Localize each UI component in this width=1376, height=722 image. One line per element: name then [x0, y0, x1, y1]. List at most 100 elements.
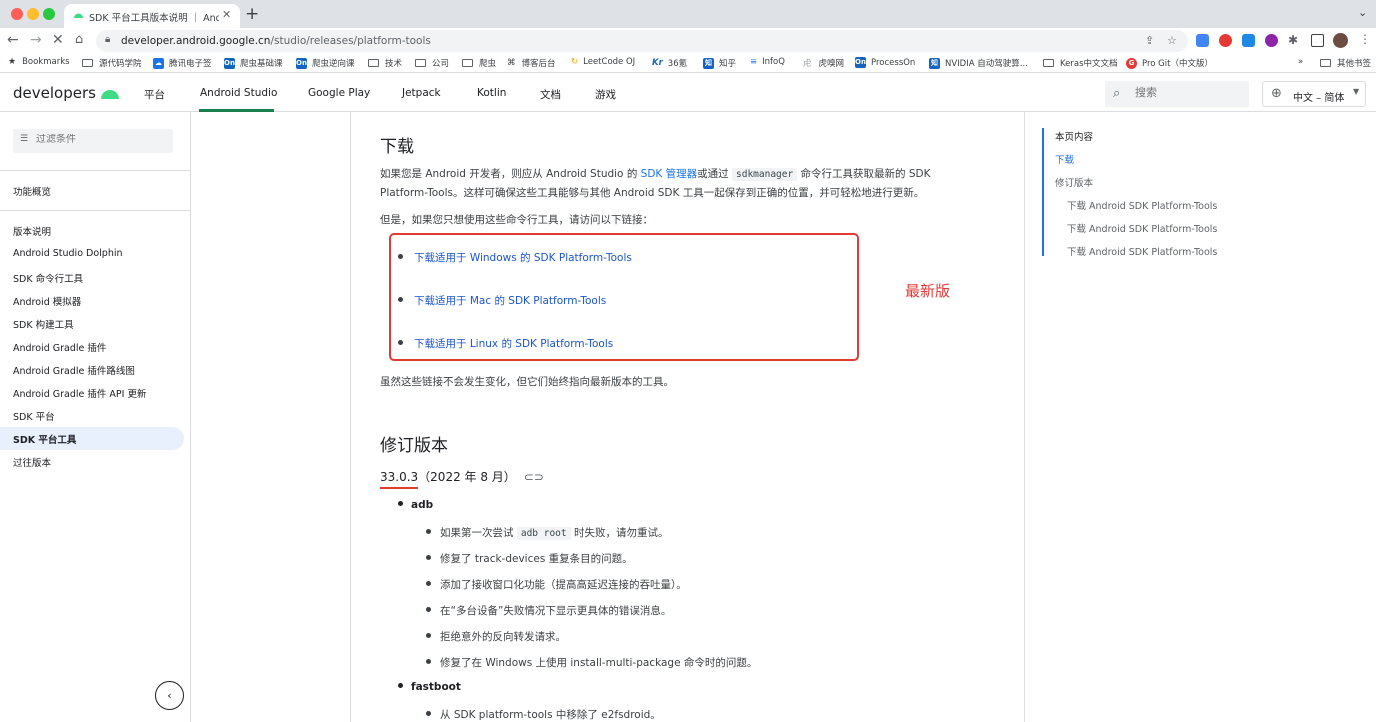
- more-menu-icon[interactable]: ⋮: [1359, 32, 1371, 46]
- home-icon[interactable]: ⌂: [75, 32, 83, 47]
- nav-item[interactable]: SDK 命令行工具: [13, 271, 83, 285]
- bookmark-folder[interactable]: 技术: [368, 57, 402, 69]
- bullet: [426, 711, 431, 716]
- nav-item[interactable]: Android 模拟器: [13, 294, 81, 308]
- nav-item[interactable]: Android Gradle 插件 API 更新: [13, 386, 146, 400]
- nav-kotlin[interactable]: Kotlin: [477, 87, 506, 99]
- nav-item[interactable]: Android Studio Dolphin: [13, 248, 123, 259]
- bullet: [398, 297, 403, 302]
- nav-android-studio[interactable]: Android Studio: [200, 87, 277, 99]
- share-icon[interactable]: ⇪: [1145, 34, 1154, 47]
- color-extension-icon[interactable]: [1265, 34, 1278, 47]
- download-link-text[interactable]: 下载适用于 Linux 的 SDK Platform-Tools: [414, 338, 613, 350]
- url-text[interactable]: developer.android.google.cn/studio/relea…: [121, 35, 431, 47]
- nav-item-active[interactable]: SDK 平台工具: [13, 432, 76, 446]
- lock-icon[interactable]: 🔒︎: [105, 34, 110, 45]
- folder-icon: [462, 59, 473, 67]
- bookmark-item[interactable]: 源代码学院: [82, 57, 142, 69]
- developers-logo[interactable]: developers: [13, 84, 119, 102]
- bookmark-item[interactable]: 虍虎嗅网: [803, 57, 844, 69]
- bookmark-text: 爬虫基础课: [240, 59, 283, 69]
- zoom-window-button[interactable]: [43, 8, 55, 20]
- bullet: [426, 633, 431, 638]
- toc-item-download[interactable]: 下载: [1055, 152, 1074, 166]
- nav-section-title[interactable]: 版本说明: [13, 224, 51, 238]
- filter-box[interactable]: ☰: [13, 129, 173, 153]
- site-search[interactable]: ⌕: [1105, 81, 1249, 107]
- nav-item[interactable]: SDK 平台: [13, 409, 55, 423]
- nav-games[interactable]: 游戏: [595, 87, 616, 102]
- language-selector[interactable]: ⊕ 中文 – 简体 ▼: [1262, 81, 1366, 107]
- tab-search-chevron-icon[interactable]: ⌄: [1358, 6, 1367, 19]
- url-host: developer.android.google.cn: [121, 35, 271, 47]
- bookmark-item[interactable]: G Pro Git（中文版）: [1126, 57, 1213, 69]
- bookmarks-overflow-icon[interactable]: »: [1298, 57, 1303, 67]
- side-panel-icon[interactable]: [1311, 34, 1324, 47]
- toc-subitem[interactable]: 下载 Android SDK Platform-Tools: [1067, 198, 1217, 212]
- close-window-button[interactable]: [11, 8, 23, 20]
- bookmark-item[interactable]: On ProcessOn: [855, 57, 915, 68]
- nav-jetpack[interactable]: Jetpack: [402, 87, 441, 99]
- leetcode-icon: ↻: [571, 57, 579, 67]
- star-icon: ★: [8, 57, 17, 67]
- bullet: [398, 340, 403, 345]
- bookmark-star-icon[interactable]: ☆: [1167, 34, 1177, 47]
- bookmarks-label[interactable]: ★ Bookmarks: [8, 57, 70, 67]
- bullet: [426, 529, 431, 534]
- bookmark-text: 爬虫逆向课: [312, 59, 355, 69]
- bookmark-folder[interactable]: 公司: [415, 57, 449, 69]
- back-arrow-icon[interactable]: ←: [7, 32, 19, 48]
- bookmark-text: 36氪: [667, 59, 688, 69]
- nav-google-play[interactable]: Google Play: [308, 87, 370, 99]
- nav-item[interactable]: 过往版本: [13, 455, 51, 469]
- stop-loading-icon[interactable]: ✕: [52, 32, 64, 48]
- nav-docs[interactable]: 文档: [540, 87, 561, 102]
- new-tab-button[interactable]: +: [245, 4, 259, 24]
- bookmark-item[interactable]: On 爬虫逆向课: [296, 57, 355, 69]
- profile-avatar[interactable]: [1333, 33, 1348, 48]
- download-mac-link[interactable]: 下载适用于 Mac 的 SDK Platform-Tools: [398, 293, 606, 308]
- filter-input[interactable]: [36, 134, 156, 145]
- bookmark-text: 知乎: [719, 59, 737, 69]
- bookmark-item[interactable]: ≡ InfoQ: [750, 57, 785, 67]
- forward-arrow-icon[interactable]: →: [30, 32, 42, 48]
- nav-item[interactable]: SDK 构建工具: [13, 317, 74, 331]
- toc-subitem[interactable]: 下载 Android SDK Platform-Tools: [1067, 221, 1217, 235]
- search-input[interactable]: [1135, 86, 1235, 99]
- bookmark-item[interactable]: ☁ 腾讯电子签: [153, 57, 212, 69]
- toc-item-revisions[interactable]: 修订版本: [1055, 175, 1093, 189]
- bookmark-item[interactable]: ↻ LeetCode OJ: [571, 57, 635, 67]
- bookmark-item[interactable]: 知知乎: [703, 57, 736, 69]
- screenshot-extension-icon[interactable]: [1242, 34, 1255, 47]
- nav-item[interactable]: Android Gradle 插件: [13, 340, 106, 354]
- address-bar[interactable]: 🔒︎ developer.android.google.cn/studio/re…: [96, 30, 1188, 52]
- toc-subitem[interactable]: 下载 Android SDK Platform-Tools: [1067, 244, 1217, 258]
- download-link-text[interactable]: 下载适用于 Mac 的 SDK Platform-Tools: [414, 295, 606, 307]
- browser-tab[interactable]: SDK 平台工具版本说明 ｜ Android ✕: [64, 4, 240, 28]
- bookmark-text: Bookmarks: [22, 57, 70, 67]
- bookmark-item[interactable]: ⌘ 博客后台: [507, 57, 556, 69]
- nav-overview[interactable]: 功能概览: [13, 184, 51, 198]
- collapse-nav-button[interactable]: ‹: [155, 681, 184, 710]
- bookmark-item[interactable]: 知 NVIDIA 自动驾驶算...: [929, 57, 1028, 69]
- close-tab-icon[interactable]: ✕: [222, 8, 231, 21]
- minimize-window-button[interactable]: [27, 8, 39, 20]
- links-intro: 但是，如果您只想使用这些命令行工具，请访问以下链接：: [380, 214, 653, 226]
- intro-text: 命令行工具获取最新的 SDK: [797, 168, 931, 180]
- download-windows-link[interactable]: 下载适用于 Windows 的 SDK Platform-Tools: [398, 250, 632, 265]
- bullet: [426, 659, 431, 664]
- translate-extension-icon[interactable]: [1196, 34, 1209, 47]
- nav-item[interactable]: Android Gradle 插件路线图: [13, 363, 135, 377]
- download-linux-link[interactable]: 下载适用于 Linux 的 SDK Platform-Tools: [398, 336, 613, 351]
- link-chain-icon[interactable]: ⊂⊃: [524, 470, 544, 484]
- adblock-extension-icon[interactable]: [1219, 34, 1232, 47]
- other-bookmarks-folder[interactable]: 其他书签: [1320, 57, 1371, 69]
- bookmark-folder[interactable]: 爬虫: [462, 57, 496, 69]
- extensions-puzzle-icon[interactable]: ✱: [1288, 33, 1298, 47]
- bookmark-item[interactable]: Kr 36氪: [652, 57, 687, 69]
- sdk-manager-link[interactable]: SDK 管理器: [641, 168, 697, 180]
- bookmark-folder[interactable]: Keras中文文档: [1043, 57, 1118, 69]
- bookmark-item[interactable]: On 爬虫基础课: [224, 57, 283, 69]
- nav-platform[interactable]: 平台: [144, 87, 165, 102]
- download-link-text[interactable]: 下载适用于 Windows 的 SDK Platform-Tools: [414, 252, 632, 264]
